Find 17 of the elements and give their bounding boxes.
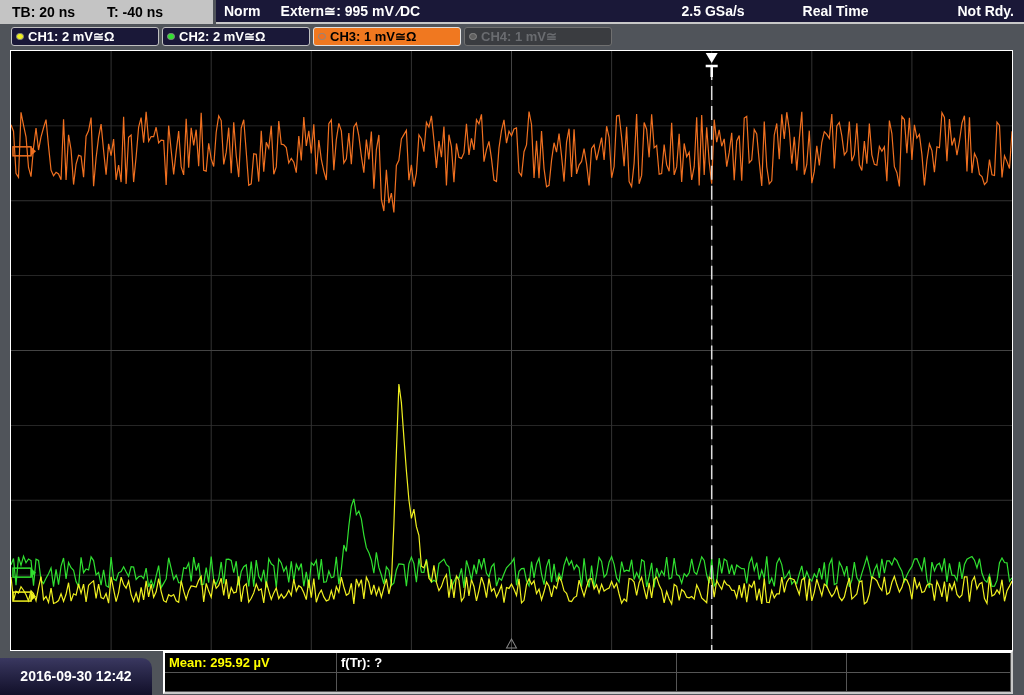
sample-rate-label: 2.5 GSa/s	[681, 1, 745, 21]
channel-tab[interactable]: CH2: 2 mV≅Ω	[162, 27, 310, 46]
center-marker-icon	[506, 638, 517, 649]
measurement-value: f(Tr): ?	[341, 653, 383, 672]
channel-tab[interactable]: CH3: 1 mV≅Ω	[313, 27, 461, 46]
channel-marker-icon	[12, 591, 37, 602]
channel-marker-icon	[12, 567, 37, 578]
trigger-time-label: T: -40 ns	[107, 2, 164, 22]
trigger-mode-label: Norm	[224, 1, 261, 21]
acquisition-status-label: Not Rdy.	[957, 1, 1014, 21]
channel-tab[interactable]: CH1: 2 mV≅Ω	[11, 27, 159, 46]
channel-marker-icon	[12, 146, 37, 157]
trigger-source-label: Extern≅: 995 mV ⁄DC	[280, 1, 421, 21]
timebase-label: TB: 20 ns	[12, 2, 75, 22]
trigger-marker-icon	[704, 53, 719, 79]
measurement-value: Mean: 295.92 µV	[169, 653, 270, 672]
acquisition-mode-label: Real Time	[802, 1, 869, 21]
